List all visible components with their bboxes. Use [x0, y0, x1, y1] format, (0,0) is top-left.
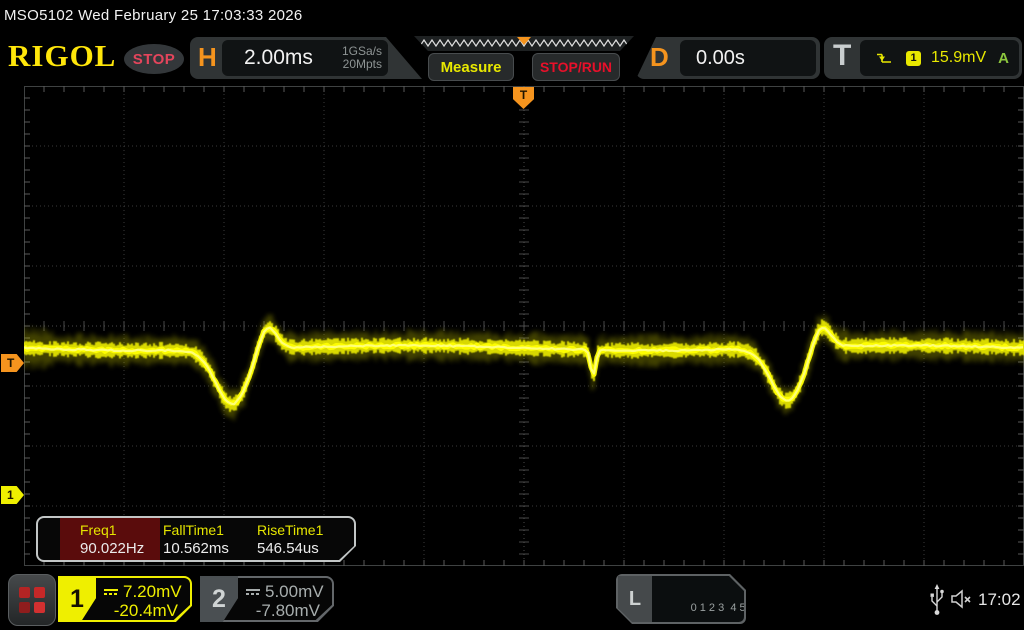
falling-edge-icon	[876, 51, 892, 65]
measurement-value: 546.54us	[257, 540, 319, 557]
logic-channels-badge[interactable]: 0 1 2 3 4 5 6 7 8 9 10 11 12 13 14 15 L	[616, 574, 746, 624]
memory-depth: 20Mpts	[343, 57, 382, 71]
channel2-badge[interactable]: 5.00mV -7.80mV 2	[200, 576, 334, 622]
acquisition-info: 1GSa/s 20Mpts	[342, 45, 382, 71]
channel1-offset: -20.4mV	[114, 601, 178, 621]
sample-rate: 1GSa/s	[342, 44, 382, 58]
delay-readout: 0.00s	[680, 40, 816, 76]
squares-icon	[19, 587, 45, 613]
channel2-offset: -7.80mV	[256, 601, 320, 621]
dc-coupling-icon	[246, 589, 260, 595]
clock: 17:02	[978, 590, 1021, 610]
channel2-scale: 5.00mV	[265, 582, 324, 602]
channel1-ground-marker[interactable]: 1	[1, 486, 24, 504]
channel1-scale: 7.20mV	[123, 582, 182, 602]
delay-value: 0.00s	[696, 47, 745, 70]
trigger-source-badge: 1	[906, 51, 921, 66]
horizontal-timebase-box[interactable]: H 2.00ms 1GSa/s 20Mpts	[190, 37, 422, 79]
trigger-position-zigzag	[414, 36, 634, 51]
channel2-border: 5.00mV -7.80mV 2	[200, 576, 334, 622]
trigger-mode-auto: A	[998, 50, 1009, 67]
usb-icon	[930, 584, 944, 621]
trigger-level-value: 15.9mV	[931, 49, 986, 67]
waveform-display[interactable]	[24, 86, 1024, 566]
rigol-logo: RIGOL	[8, 38, 116, 74]
horizontal-readout: 2.00ms 1GSa/s 20Mpts	[222, 40, 388, 76]
model-and-datetime: MSO5102 Wed February 25 17:03:33 2026	[0, 0, 1024, 32]
speaker-muted-icon	[950, 588, 976, 615]
trigger-readout: 1 15.9mV A	[860, 40, 1019, 76]
trigger-level-marker[interactable]: T	[1, 354, 24, 372]
trigger-position-bar[interactable]	[414, 36, 634, 51]
measure-button[interactable]: Measure	[428, 53, 514, 81]
logic-label: L	[618, 576, 652, 622]
measurement-label[interactable]: RiseTime1	[257, 522, 323, 538]
delay-label: D	[650, 42, 669, 73]
measurement-value: 10.562ms	[163, 540, 229, 557]
measurement-panel-inner: Freq1 90.022Hz FallTime1 10.562ms RiseTi…	[38, 518, 354, 560]
bottom-bar: 7.20mV -20.4mV 1 5.00mV -7.80mV	[0, 570, 1024, 630]
measurement-value: 90.022Hz	[80, 540, 144, 557]
header-bar: RIGOL STOP H 2.00ms 1GSa/s 20Mpts Measur…	[0, 32, 1024, 84]
stop-run-button[interactable]: STOP/RUN	[532, 53, 620, 81]
measurement-label[interactable]: Freq1	[80, 522, 117, 538]
channel1-badge[interactable]: 7.20mV -20.4mV 1	[58, 576, 192, 622]
horizontal-label: H	[198, 42, 217, 73]
run-state-badge: STOP	[124, 44, 184, 74]
delay-box[interactable]: D 0.00s	[636, 37, 820, 79]
measurement-label[interactable]: FallTime1	[163, 522, 224, 538]
channel1-border: 7.20mV -20.4mV 1	[58, 576, 192, 622]
timebase-value: 2.00ms	[244, 46, 313, 70]
trigger-box[interactable]: T 1 15.9mV A	[824, 37, 1022, 79]
oscilloscope-screen: MSO5102 Wed February 25 17:03:33 2026 RI…	[0, 0, 1024, 630]
dc-coupling-icon	[104, 589, 118, 595]
measurement-panel[interactable]: Freq1 90.022Hz FallTime1 10.562ms RiseTi…	[36, 516, 356, 562]
logic-channel-numbers: 0 1 2 3 4 5 6 7 8 9 10 11 12 13 14 15	[660, 584, 797, 630]
logic-row-1: 0 1 2 3 4 5 6 7	[691, 602, 764, 614]
scope-canvas	[24, 86, 1024, 566]
quick-menu-button[interactable]	[8, 574, 56, 626]
trigger-label: T	[833, 39, 851, 73]
